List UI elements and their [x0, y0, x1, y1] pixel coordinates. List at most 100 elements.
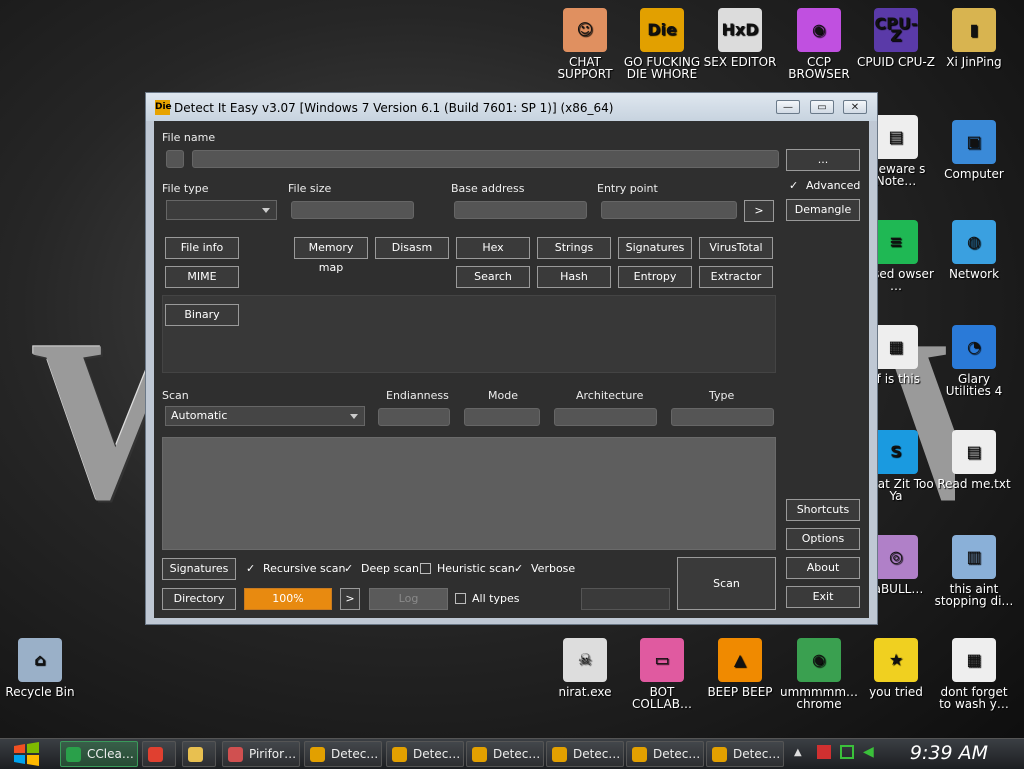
- title-bar[interactable]: Die Detect It Easy v3.07 [Windows 7 Vers…: [146, 93, 877, 121]
- mime-button[interactable]: MIME: [165, 266, 239, 288]
- desktop-icon-recycle[interactable]: ⌂ Recycle Bin: [0, 638, 80, 698]
- desktop-icon-label: BOT COLLAB…: [632, 685, 692, 711]
- file-type-label: File type: [162, 182, 209, 195]
- demangle-button[interactable]: Demangle: [786, 199, 860, 221]
- desktop-icon-hxd[interactable]: HxD SEX EDITOR: [700, 8, 780, 68]
- desktop-icon-glary[interactable]: ◔ Glary Utilities 4: [934, 325, 1014, 397]
- recursive-scan-checkbox[interactable]: ✓ Recursive scan: [246, 562, 346, 575]
- about-button[interactable]: About: [786, 557, 860, 579]
- status-field: [581, 588, 670, 610]
- heuristic-scan-checkbox[interactable]: Heuristic scan: [420, 562, 515, 575]
- maximize-button[interactable]: ▭: [810, 100, 834, 114]
- taskbar-item[interactable]: Detec…: [546, 741, 624, 767]
- checkbox-box: [420, 563, 431, 574]
- signatures-top-button[interactable]: Signatures: [618, 237, 692, 259]
- action-center-icon[interactable]: [817, 745, 831, 759]
- die-icon: [712, 747, 727, 762]
- options-button[interactable]: Options: [786, 528, 860, 550]
- base-address-label: Base address: [451, 182, 525, 195]
- taskbar-item[interactable]: Detec…: [304, 741, 382, 767]
- taskbar-item[interactable]: Detec…: [386, 741, 464, 767]
- memory-map-button[interactable]: Memory map: [294, 237, 368, 274]
- taskbar-item[interactable]: Detec…: [706, 741, 784, 767]
- hex-button[interactable]: Hex: [456, 237, 530, 259]
- all-types-checkbox[interactable]: All types: [455, 592, 519, 605]
- clock[interactable]: 9:39 AM: [910, 742, 988, 764]
- file-name-input[interactable]: [192, 150, 779, 168]
- desktop-icon-label: Xi JinPing: [946, 55, 1002, 69]
- desktop-icon-ccp[interactable]: ◉ CCP BROWSER: [779, 8, 859, 80]
- desktop-icon-label: CHAT SUPPORT: [557, 55, 613, 81]
- signatures-bottom-button[interactable]: Signatures: [162, 558, 236, 580]
- taskbar-item[interactable]: Detec…: [466, 741, 544, 767]
- desktop-icon-star[interactable]: ★ you tried: [856, 638, 936, 698]
- advanced-checkbox[interactable]: ✓ Advanced: [789, 179, 860, 192]
- desktop-icon-bot[interactable]: ▭ BOT COLLAB…: [622, 638, 702, 710]
- search-button[interactable]: Search: [456, 266, 530, 288]
- forget-icon: ▦: [952, 638, 996, 682]
- entropy-button[interactable]: Entropy: [618, 266, 692, 288]
- show-hidden-icons[interactable]: ▲: [794, 747, 802, 758]
- desktop-icon-chrome[interactable]: ◉ ummmmm… chrome: [779, 638, 859, 710]
- deep-scan-checkbox[interactable]: ✓ Deep scan: [344, 562, 419, 575]
- scan-progress-bar: 100%: [244, 588, 332, 610]
- mode-label: Mode: [488, 389, 518, 402]
- desktop-icon-xi[interactable]: ▮ Xi JinPing: [934, 8, 1014, 68]
- taskbar-item-label: Detec…: [413, 747, 461, 761]
- file-info-button[interactable]: File info: [165, 237, 239, 259]
- chrome-icon: ◉: [797, 638, 841, 682]
- browse-button[interactable]: ...: [786, 149, 860, 171]
- log-button[interactable]: Log: [369, 588, 448, 610]
- disasm-button[interactable]: Disasm: [375, 237, 449, 259]
- desktop-icon-nirat[interactable]: ☠ nirat.exe: [545, 638, 625, 698]
- directory-button[interactable]: Directory: [162, 588, 236, 610]
- desktop-icon-beep[interactable]: ▲ BEEP BEEP: [700, 638, 780, 698]
- desktop-icon-forget[interactable]: ▦ dont forget to wash y…: [934, 638, 1014, 710]
- hash-button[interactable]: Hash: [537, 266, 611, 288]
- verbose-checkbox[interactable]: ✓ Verbose: [514, 562, 575, 575]
- taskbar-item[interactable]: [182, 741, 216, 767]
- strings-button[interactable]: Strings: [537, 237, 611, 259]
- rabull-icon: ◎: [874, 535, 918, 579]
- desktop-icon-aint[interactable]: ▥ this aint stopping di…: [934, 535, 1014, 607]
- file-type-select[interactable]: [166, 200, 277, 220]
- bot-icon: ▭: [640, 638, 684, 682]
- scan-button[interactable]: Scan: [677, 557, 776, 610]
- type-field: [671, 408, 774, 426]
- taskbar-item[interactable]: [142, 741, 176, 767]
- nirat-icon: ☠: [563, 638, 607, 682]
- windows-start-icon[interactable]: [8, 740, 44, 768]
- extractor-button[interactable]: Extractor: [699, 266, 773, 288]
- close-button[interactable]: ✕: [843, 100, 867, 114]
- desktop-icon-cpuz[interactable]: CPU-Z CPUID CPU-Z: [856, 8, 936, 68]
- folder-icon: [188, 747, 203, 762]
- desktop-icon-label: Glary Utilities 4: [945, 372, 1003, 398]
- exit-button[interactable]: Exit: [786, 586, 860, 608]
- architecture-field: [554, 408, 657, 426]
- scan-mode-select[interactable]: Automatic: [165, 406, 365, 426]
- shortcuts-button[interactable]: Shortcuts: [786, 499, 860, 521]
- volume-tray-icon[interactable]: ◀: [863, 744, 874, 760]
- taskbar-item[interactable]: Detec…: [626, 741, 704, 767]
- file-icon-slot: [166, 150, 184, 168]
- desktop-icon-chat[interactable]: ☺ CHAT SUPPORT: [545, 8, 625, 80]
- taskbar-item-label: Detec…: [733, 747, 781, 761]
- virustotal-button[interactable]: VirusTotal: [699, 237, 773, 259]
- network-tray-icon[interactable]: [840, 745, 854, 759]
- die-icon: [632, 747, 647, 762]
- binary-button[interactable]: Binary: [165, 304, 239, 326]
- die-icon: Die: [640, 8, 684, 52]
- taskbar-item-label: Pirifor…: [249, 747, 297, 761]
- minimize-button[interactable]: —: [776, 100, 800, 114]
- ccleaner-icon: [66, 747, 81, 762]
- desktop-icon-network[interactable]: ◍ Network: [934, 220, 1014, 280]
- desktop-icon-computer[interactable]: ▣ Computer: [934, 120, 1014, 180]
- desktop-icon-readme[interactable]: ▤ Read me.txt: [934, 430, 1014, 490]
- taskbar-item[interactable]: Pirifor…: [222, 741, 300, 767]
- progress-go-button[interactable]: >: [340, 588, 360, 610]
- entry-point-go-button[interactable]: >: [744, 200, 774, 222]
- scan-results-area[interactable]: [162, 437, 776, 550]
- desktop-icon-label: CPUID CPU-Z: [857, 55, 935, 69]
- desktop-icon-die[interactable]: Die GO FUCKING DIE WHORE: [622, 8, 702, 80]
- taskbar-item[interactable]: CClea…: [60, 741, 138, 767]
